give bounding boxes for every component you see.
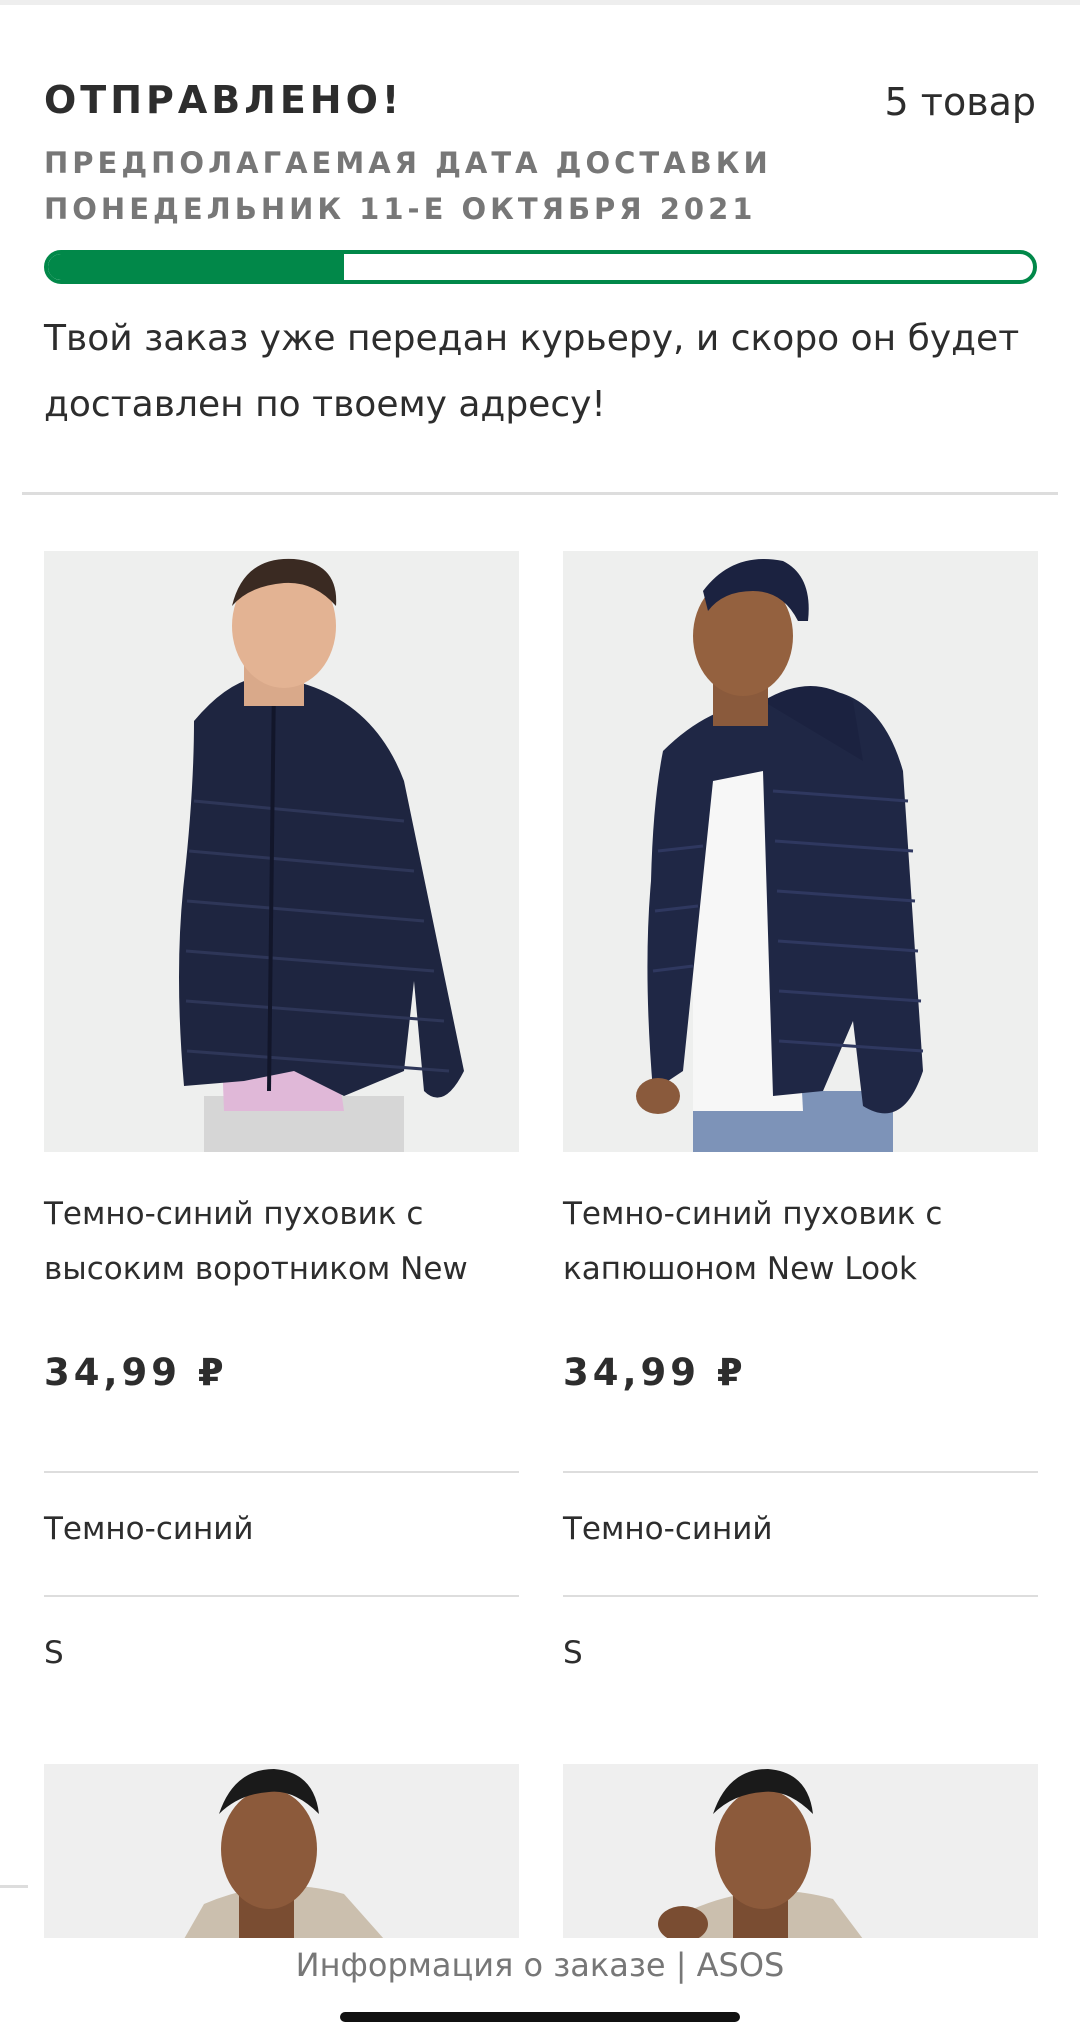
browser-bottom-bar: Информация о заказе | ASOS bbox=[0, 1938, 1080, 2039]
top-edge bbox=[0, 0, 1080, 5]
product-name[interactable]: Темно-синий пуховик с капюшоном New Look bbox=[563, 1187, 1043, 1297]
delivery-progress-fill bbox=[48, 254, 344, 280]
product-image[interactable] bbox=[563, 1764, 1038, 1939]
product-size: S bbox=[563, 1635, 583, 1671]
status-message: Твой заказ уже передан курьеру, и скоро … bbox=[44, 318, 1020, 425]
card-divider bbox=[563, 1595, 1038, 1597]
card-divider bbox=[44, 1471, 519, 1473]
product-price: 34,99 ₽ bbox=[44, 1351, 228, 1394]
product-image[interactable] bbox=[44, 1764, 519, 1939]
page-title[interactable]: Информация о заказе | ASOS bbox=[0, 1946, 1080, 1984]
home-indicator[interactable] bbox=[340, 2012, 740, 2022]
delivery-progress-bar bbox=[44, 250, 1037, 284]
status-title: ОТПРАВЛЕНО! bbox=[44, 78, 404, 122]
item-count: 5 товар bbox=[884, 80, 1036, 124]
product-photo-beige-jacket-2 bbox=[563, 1764, 1038, 1939]
product-photo-navy-puffer-hooded bbox=[563, 551, 1038, 1152]
product-size: S bbox=[44, 1635, 64, 1671]
product-color: Темно-синий bbox=[44, 1511, 254, 1547]
section-divider bbox=[22, 492, 1058, 495]
product-photo-navy-puffer-high-neck bbox=[44, 551, 519, 1152]
product-photo-beige-jacket-1 bbox=[44, 1764, 519, 1939]
product-image[interactable] bbox=[44, 551, 519, 1152]
card-divider bbox=[44, 1595, 519, 1597]
product-name[interactable]: Темно-синий пуховик с высоким воротником… bbox=[44, 1187, 524, 1297]
estimated-delivery-date: ПРЕДПОЛАГАЕМАЯ ДАТА ДОСТАВКИ ПОНЕДЕЛЬНИК… bbox=[44, 146, 772, 226]
edge-divider bbox=[0, 1885, 28, 1888]
product-image[interactable] bbox=[563, 551, 1038, 1152]
product-price: 34,99 ₽ bbox=[563, 1351, 747, 1394]
card-divider bbox=[563, 1471, 1038, 1473]
product-color: Темно-синий bbox=[563, 1511, 773, 1547]
